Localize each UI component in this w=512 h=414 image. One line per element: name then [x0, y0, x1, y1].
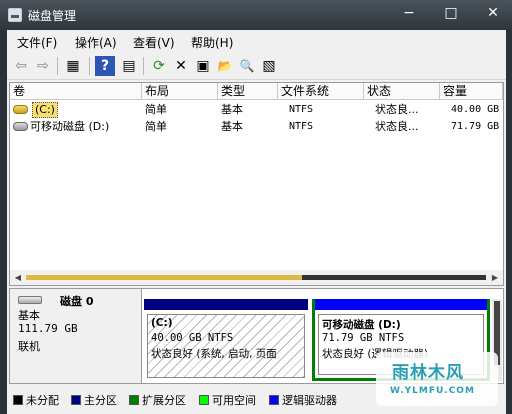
menu-help[interactable]: 帮助(H): [191, 34, 233, 51]
column-type[interactable]: 类型: [218, 83, 278, 100]
properties-icon[interactable]: ▣: [193, 56, 213, 76]
legend-logical-drive: 逻辑驱动器: [269, 392, 337, 408]
delete-icon[interactable]: ✕: [171, 56, 191, 76]
legend-extended: 扩展分区: [129, 392, 186, 408]
volume-status: 状态良...: [375, 120, 419, 133]
swatch-icon: [71, 395, 81, 405]
column-volume[interactable]: 卷: [10, 83, 142, 100]
horizontal-scrollbar[interactable]: ◀ ▶: [10, 270, 503, 285]
toolbar-separator: [89, 57, 90, 75]
partition-size: 40.00 GB NTFS: [151, 332, 234, 344]
settings-icon[interactable]: ▧: [259, 56, 279, 76]
toolbar-separator: [143, 57, 144, 75]
search-icon[interactable]: 🔍: [237, 56, 257, 76]
volume-status: 状态良...: [375, 103, 419, 116]
menu-view[interactable]: 查看(V): [133, 34, 175, 51]
scroll-thumb[interactable]: [26, 275, 302, 280]
partition-title: 可移动磁盘 (D:): [322, 319, 401, 331]
volume-filesystem: NTFS: [289, 121, 314, 132]
back-arrow-icon[interactable]: ⇦: [11, 56, 31, 76]
swatch-icon: [199, 395, 209, 405]
title-bar: 磁盘管理 − □ ✕: [0, 0, 512, 30]
help-icon[interactable]: ?: [95, 56, 115, 76]
column-layout[interactable]: 布局: [142, 83, 218, 100]
swatch-icon: [269, 395, 279, 405]
watermark-logo: 雨林木风: [392, 363, 464, 383]
legend-unallocated: 未分配: [13, 392, 59, 408]
volume-list: 卷 布局 类型 文件系统 状态 容量 (C:) 简单 基本 NTFS 状态良..…: [9, 82, 504, 286]
menu-action[interactable]: 操作(A): [75, 34, 117, 51]
disk-info-panel[interactable]: 磁盘 0 基本 111.79 GB 联机: [10, 289, 142, 383]
volume-name: (C:): [32, 102, 58, 118]
logical-drive-stripe: [315, 299, 487, 310]
column-status[interactable]: 状态: [364, 83, 440, 100]
refresh-icon[interactable]: ⟳: [149, 56, 169, 76]
disk-state: 联机: [18, 340, 40, 353]
disk-icon: [18, 296, 42, 304]
partition-status: 状态良好 (系统, 启动, 页面: [151, 348, 277, 360]
scroll-track[interactable]: [26, 275, 486, 280]
table-row[interactable]: 可移动磁盘 (D:) 简单 基本 NTFS 状态良... 71.79 GB: [10, 118, 503, 135]
column-capacity[interactable]: 容量: [440, 83, 503, 100]
volume-icon: [13, 105, 28, 114]
list-header: 卷 布局 类型 文件系统 状态 容量: [10, 83, 503, 100]
disk-management-icon: [8, 8, 22, 22]
forward-arrow-icon[interactable]: ⇨: [33, 56, 53, 76]
watermark-url: W.YLMFU.COM: [390, 386, 475, 396]
volume-layout: 简单: [145, 103, 167, 116]
legend-primary: 主分区: [71, 392, 117, 408]
partition-size: 71.79 GB NTFS: [322, 332, 405, 344]
menu-file[interactable]: 文件(F): [17, 34, 57, 51]
menu-bar: 文件(F) 操作(A) 查看(V) 帮助(H): [7, 30, 506, 52]
scroll-left-icon[interactable]: ◀: [12, 272, 24, 283]
volume-layout: 简单: [145, 120, 167, 133]
volume-filesystem: NTFS: [289, 104, 314, 115]
swatch-icon: [129, 395, 139, 405]
partition-body: (C:) 40.00 GB NTFS 状态良好 (系统, 启动, 页面: [147, 314, 305, 378]
action-pane-icon[interactable]: ▤: [119, 56, 139, 76]
volume-type: 基本: [221, 103, 243, 116]
volume-capacity: 40.00 GB: [451, 104, 500, 115]
minimize-button[interactable]: −: [398, 4, 420, 24]
disk-name: 磁盘 0: [60, 295, 94, 308]
column-filesystem[interactable]: 文件系统: [278, 83, 364, 100]
toolbar: ⇦ ⇨ ▦ ? ▤ ⟳ ✕ ▣ 📂 🔍 ▧: [7, 52, 506, 80]
table-row[interactable]: (C:) 简单 基本 NTFS 状态良... 40.00 GB: [10, 101, 503, 118]
volume-type: 基本: [221, 120, 243, 133]
partition-c[interactable]: (C:) 40.00 GB NTFS 状态良好 (系统, 启动, 页面: [144, 299, 308, 381]
disk-size: 111.79 GB: [18, 322, 78, 335]
disk-type: 基本: [18, 309, 40, 322]
console-tree-icon[interactable]: ▦: [63, 56, 83, 76]
open-folder-icon[interactable]: 📂: [215, 56, 235, 76]
partition-title: (C:): [151, 317, 173, 329]
volume-name: 可移动磁盘 (D:): [30, 120, 110, 133]
scroll-right-icon[interactable]: ▶: [489, 272, 501, 283]
toolbar-separator: [57, 57, 58, 75]
volume-capacity: 71.79 GB: [451, 121, 500, 132]
primary-partition-stripe: [144, 299, 308, 310]
watermark: 雨林木风 W.YLMFU.COM: [376, 352, 498, 406]
volume-icon: [13, 122, 28, 131]
swatch-icon: [13, 395, 23, 405]
close-button[interactable]: ✕: [482, 4, 504, 24]
window-title: 磁盘管理: [28, 9, 77, 23]
maximize-button[interactable]: □: [440, 4, 462, 24]
legend-free-space: 可用空间: [199, 392, 256, 408]
